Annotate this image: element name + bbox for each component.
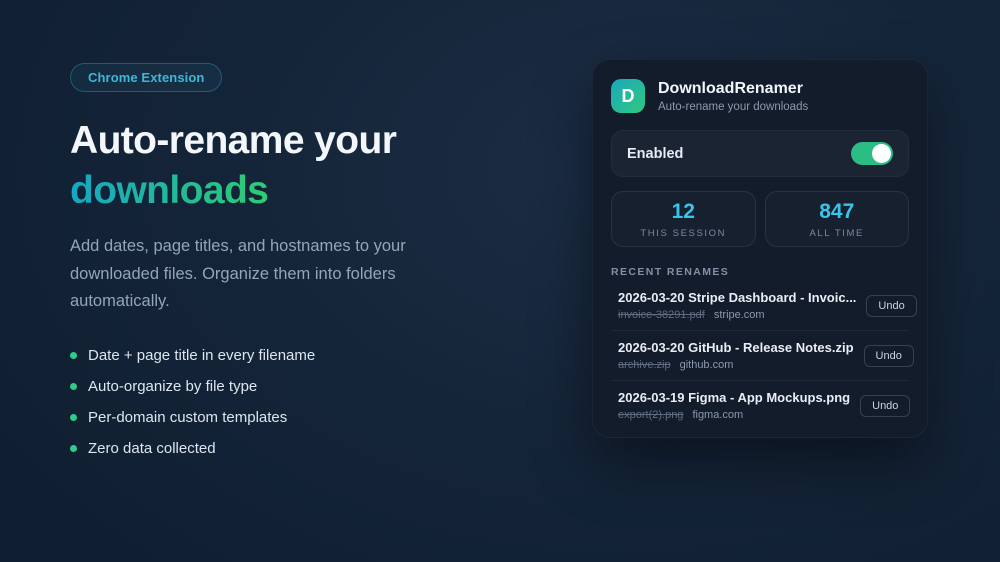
stat-value: 847 (819, 199, 855, 223)
hero-section: Chrome Extension Auto-rename your downloa… (70, 63, 480, 471)
app-title-block: DownloadRenamer Auto-rename your downloa… (658, 80, 808, 113)
undo-button[interactable]: Undo (863, 344, 914, 367)
bullet-dot-icon (70, 413, 77, 421)
rename-item: 2026-03-19 Figma - App Mockups.png expor… (611, 380, 911, 430)
feature-item: Per-domain custom templates (70, 409, 480, 426)
rename-host: github.com (679, 359, 734, 371)
bullet-dot-icon (70, 351, 77, 359)
app-icon-letter: D (621, 85, 635, 106)
rename-host: figma.com (692, 409, 744, 421)
page-title: Auto-rename your downloads (70, 116, 480, 216)
rename-old-name: archive.zip (618, 359, 671, 371)
stat-this-session: 12 THIS SESSION (611, 191, 756, 247)
enabled-label: Enabled (627, 145, 684, 162)
page-description: Add dates, page titles, and hostnames to… (70, 237, 406, 310)
enabled-row[interactable]: Enabled (611, 130, 909, 177)
extension-popup-card: D DownloadRenamer Auto-rename your downl… (592, 59, 928, 438)
title-line-2: downloads (70, 169, 269, 212)
rename-old-name: invoice-38291.pdf (618, 309, 705, 321)
app-name: DownloadRenamer (658, 79, 803, 97)
stats-row: 12 THIS SESSION 847 ALL TIME (611, 191, 909, 247)
rename-host: stripe.com (713, 309, 765, 321)
feature-item: Zero data collected (70, 440, 480, 457)
app-icon: D (611, 79, 645, 113)
stat-value: 12 (671, 199, 695, 223)
recent-renames-list: 2026-03-20 Stripe Dashboard - Invoic... … (611, 281, 917, 430)
bullet-dot-icon (70, 444, 77, 452)
stat-label: THIS SESSION (640, 227, 727, 239)
rename-new-name: 2026-03-20 Stripe Dashboard - Invoic... (618, 290, 857, 305)
popup-header: D DownloadRenamer Auto-rename your downl… (611, 79, 909, 113)
undo-button[interactable]: Undo (866, 294, 917, 317)
rename-old-name: export(2).png (618, 409, 684, 421)
feature-item: Date + page title in every filename (70, 347, 480, 364)
recent-renames-heading: RECENT RENAMES (611, 266, 730, 278)
rename-item: 2026-03-20 Stripe Dashboard - Invoic... … (611, 281, 917, 330)
rename-text-block: 2026-03-20 Stripe Dashboard - Invoic... … (618, 290, 856, 321)
feature-label: Zero data collected (88, 439, 216, 457)
title-line-1: Auto-rename your (70, 119, 397, 162)
stat-all-time: 847 ALL TIME (764, 191, 909, 247)
rename-new-name: 2026-03-19 Figma - App Mockups.png (618, 390, 851, 405)
enabled-toggle[interactable] (851, 142, 893, 165)
rename-text-block: 2026-03-20 GitHub - Release Notes.zip ar… (618, 340, 854, 371)
stat-label: ALL TIME (809, 227, 864, 239)
rename-item: 2026-03-20 GitHub - Release Notes.zip ar… (611, 330, 914, 380)
bullet-dot-icon (70, 382, 77, 390)
feature-label: Per-domain custom templates (88, 408, 288, 426)
feature-label: Date + page title in every filename (88, 346, 316, 364)
toggle-knob (872, 144, 891, 163)
rename-meta: archive.zip github.com (618, 359, 854, 371)
feature-list: Date + page title in every filename Auto… (70, 347, 480, 457)
rename-meta: invoice-38291.pdf stripe.com (618, 309, 856, 321)
feature-label: Auto-organize by file type (88, 377, 258, 395)
undo-button[interactable]: Undo (860, 394, 911, 417)
app-tagline: Auto-rename your downloads (658, 100, 809, 113)
feature-item: Auto-organize by file type (70, 378, 480, 395)
chrome-extension-badge: Chrome Extension (70, 63, 223, 92)
rename-meta: export(2).png figma.com (618, 409, 850, 421)
rename-new-name: 2026-03-20 GitHub - Release Notes.zip (618, 340, 854, 355)
rename-text-block: 2026-03-19 Figma - App Mockups.png expor… (618, 390, 850, 421)
